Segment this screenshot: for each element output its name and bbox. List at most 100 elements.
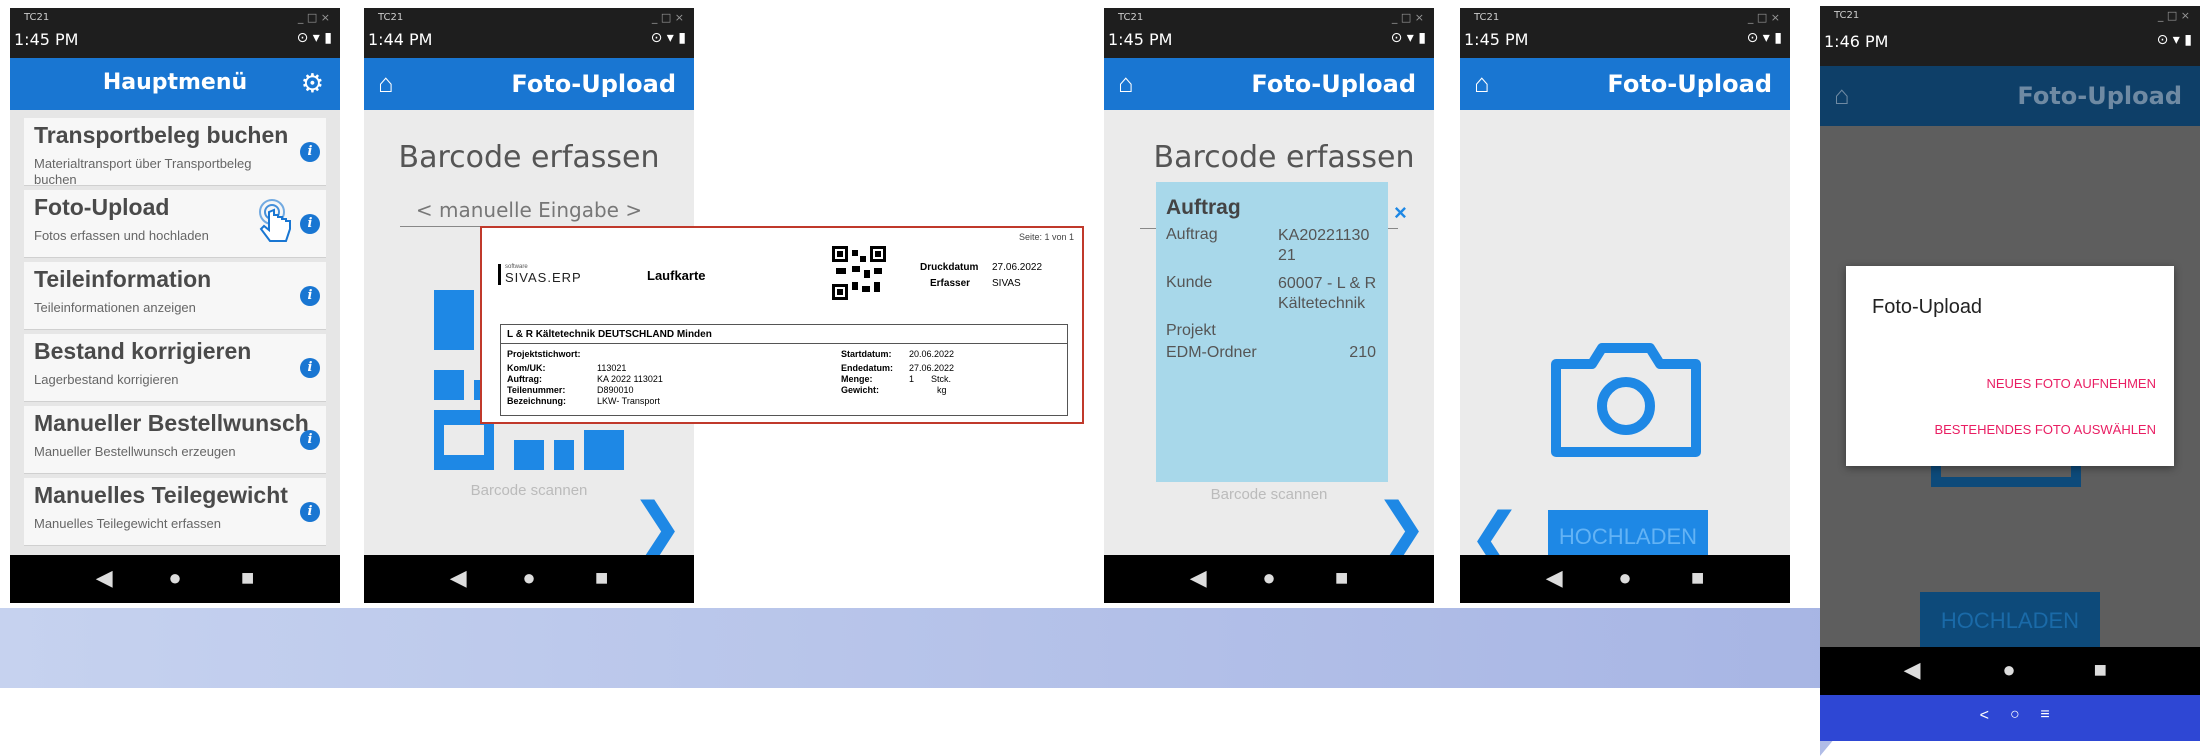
projekt-row-label: Projekt bbox=[1166, 322, 1216, 339]
window-controls[interactable]: _ □ × bbox=[1748, 11, 1780, 24]
teilenummer-value: D890010 bbox=[597, 385, 634, 395]
signal-battery-icon: ⊙ ▾ ▮ bbox=[650, 30, 686, 46]
info-icon[interactable]: i bbox=[300, 286, 320, 306]
menu-item-bestellwunsch[interactable]: Manueller Bestellwunsch Manueller Bestel… bbox=[24, 406, 326, 474]
window-controls[interactable]: _ □ × bbox=[2158, 9, 2190, 22]
status-bar: TC21 _ □ × 1:45 PM ⊙ ▾ ▮ bbox=[1104, 8, 1434, 58]
new-photo-button[interactable]: NEUES FOTO AUFNEHMEN bbox=[1986, 376, 2156, 391]
info-icon[interactable]: i bbox=[300, 358, 320, 378]
manual-input-field[interactable]: < manuelle Eingabe > bbox=[400, 198, 658, 227]
gewicht-unit: kg bbox=[937, 385, 947, 395]
info-icon[interactable]: i bbox=[300, 502, 320, 522]
bezeichnung-label: Bezeichnung: bbox=[507, 396, 567, 406]
menu-item-subtitle: Manueller Bestellwunsch erzeugen bbox=[34, 444, 236, 459]
android-nav-bar: ◀ ● ■ bbox=[364, 555, 694, 603]
upload-button[interactable]: HOCHLADEN bbox=[1920, 592, 2100, 650]
home-icon[interactable]: ⌂ bbox=[1118, 68, 1134, 99]
device-label: TC21 bbox=[24, 12, 50, 23]
nav-recent-icon[interactable]: ■ bbox=[1691, 565, 1704, 591]
menu-item-title: Manueller Bestellwunsch bbox=[34, 410, 309, 436]
gewicht-label: Gewicht: bbox=[841, 385, 880, 395]
status-bar: TC21 _ □ × 1:45 PM ⊙ ▾ ▮ bbox=[10, 8, 340, 58]
nav-back-icon[interactable]: ◀ bbox=[1904, 657, 1921, 683]
sys-menu-icon[interactable]: ≡ bbox=[2040, 706, 2049, 724]
dialog-title: Foto-Upload bbox=[1872, 296, 1983, 318]
device-label: TC21 bbox=[1474, 12, 1500, 23]
endedatum-value: 27.06.2022 bbox=[909, 363, 955, 373]
nav-recent-icon[interactable]: ■ bbox=[2094, 657, 2107, 683]
menu-item-bestand[interactable]: Bestand korrigieren Lagerbestand korrigi… bbox=[24, 334, 326, 402]
menu-list: Transportbeleg buchen Materialtransport … bbox=[10, 110, 340, 555]
nav-home-icon[interactable]: ● bbox=[168, 565, 181, 591]
menu-item-teilegewicht[interactable]: Manuelles Teilegewicht Manuelles Teilege… bbox=[24, 478, 326, 546]
nav-recent-icon[interactable]: ■ bbox=[241, 565, 254, 591]
window-controls[interactable]: _ □ × bbox=[652, 11, 684, 24]
menu-item-subtitle: Teileinformationen anzeigen bbox=[34, 300, 196, 315]
close-icon[interactable]: × bbox=[1394, 200, 1407, 226]
camera-icon[interactable] bbox=[1548, 338, 1704, 458]
page-title: Hauptmenü bbox=[102, 70, 248, 95]
edm-row-label: EDM-Ordner bbox=[1166, 344, 1257, 361]
signal-battery-icon: ⊙ ▾ ▮ bbox=[2156, 32, 2192, 48]
phone-camera: TC21 _ □ × 1:45 PM ⊙ ▾ ▮ ⌂ Foto-Upload H… bbox=[1460, 8, 1790, 603]
druckdatum-label: Druckdatum bbox=[920, 262, 979, 273]
menu-item-title: Transportbeleg buchen bbox=[34, 122, 289, 148]
app-bar: ⌂ Foto-Upload bbox=[1104, 58, 1434, 110]
info-icon[interactable]: i bbox=[300, 214, 320, 234]
menge-label: Menge: bbox=[841, 374, 873, 384]
menu-item-transportbeleg[interactable]: Transportbeleg buchen Materialtransport … bbox=[24, 118, 326, 187]
tap-hand-icon bbox=[254, 198, 298, 250]
sys-home-icon[interactable]: ○ bbox=[2010, 706, 2020, 724]
company-divider bbox=[501, 343, 1067, 344]
menu-item-foto-upload[interactable]: Foto-Upload Fotos erfassen und hochladen… bbox=[24, 190, 326, 258]
nav-back-icon[interactable]: ◀ bbox=[1546, 565, 1563, 591]
nav-home-icon[interactable]: ● bbox=[1618, 565, 1631, 591]
menge-value: 1 bbox=[909, 374, 915, 384]
menu-item-teileinformation[interactable]: Teileinformation Teileinformationen anze… bbox=[24, 262, 326, 330]
app-bar: ⌂ Foto-Upload bbox=[364, 58, 694, 110]
nav-back-icon[interactable]: ◀ bbox=[450, 565, 467, 591]
dimmed-content: HOCHLADEN Foto-Upload NEUES FOTO AUFNEHM… bbox=[1820, 126, 2200, 650]
upload-button-label: HOCHLADEN bbox=[1558, 524, 1698, 549]
endedatum-label: Endedatum: bbox=[841, 363, 894, 373]
startdatum-label: Startdatum: bbox=[841, 349, 892, 359]
home-icon[interactable]: ⌂ bbox=[1474, 68, 1490, 99]
device-label: TC21 bbox=[378, 12, 404, 23]
next-arrow-icon[interactable]: ❯ bbox=[1374, 490, 1428, 564]
status-time: 1:44 PM bbox=[368, 30, 433, 49]
nav-recent-icon[interactable]: ■ bbox=[1335, 565, 1348, 591]
status-time: 1:45 PM bbox=[14, 30, 79, 49]
kunde-row-value: 60007 - L & R Kältetechnik bbox=[1278, 275, 1377, 312]
android-nav-bar: ◀ ● ■ bbox=[1460, 555, 1790, 603]
komuk-label: Kom/UK: bbox=[507, 363, 546, 373]
nav-recent-icon[interactable]: ■ bbox=[595, 565, 608, 591]
menu-item-subtitle: Materialtransport über Transportbeleg bu… bbox=[34, 156, 252, 187]
menu-item-title: Manuelles Teilegewicht bbox=[34, 482, 288, 508]
next-arrow-icon[interactable]: ❯ bbox=[630, 490, 684, 564]
gear-icon[interactable]: ⚙ bbox=[301, 68, 324, 99]
nav-back-icon[interactable]: ◀ bbox=[1190, 565, 1207, 591]
info-icon[interactable]: i bbox=[300, 430, 320, 450]
status-time: 1:45 PM bbox=[1108, 30, 1173, 49]
signal-battery-icon: ⊙ ▾ ▮ bbox=[1746, 30, 1782, 46]
status-bar: TC21 _ □ × 1:44 PM ⊙ ▾ ▮ bbox=[364, 8, 694, 58]
existing-photo-button[interactable]: BESTEHENDES FOTO AUSWÄHLEN bbox=[1934, 422, 2156, 437]
panel-title: Auftrag bbox=[1166, 196, 1241, 219]
window-controls[interactable]: _ □ × bbox=[298, 11, 330, 24]
kunde-row-label: Kunde bbox=[1166, 274, 1213, 291]
home-icon[interactable]: ⌂ bbox=[1834, 80, 1850, 111]
info-icon[interactable]: i bbox=[300, 142, 320, 162]
status-time: 1:46 PM bbox=[1824, 32, 1889, 51]
nav-home-icon[interactable]: ● bbox=[2002, 657, 2015, 683]
auftrag-panel: Auftrag Auftrag KA20221130 21 Kunde 6000… bbox=[1156, 182, 1388, 482]
sys-back-icon[interactable]: < bbox=[1980, 707, 1989, 725]
druckdatum-value: 27.06.2022 bbox=[992, 262, 1043, 273]
page-title: Foto-Upload bbox=[511, 70, 676, 98]
home-icon[interactable]: ⌂ bbox=[378, 68, 394, 99]
nav-home-icon[interactable]: ● bbox=[522, 565, 535, 591]
nav-home-icon[interactable]: ● bbox=[1262, 565, 1275, 591]
page-number: Seite: 1 von 1 bbox=[1018, 232, 1074, 242]
window-controls[interactable]: _ □ × bbox=[1392, 11, 1424, 24]
barcode-heading: Barcode erfassen bbox=[1153, 140, 1415, 175]
nav-back-icon[interactable]: ◀ bbox=[96, 565, 113, 591]
